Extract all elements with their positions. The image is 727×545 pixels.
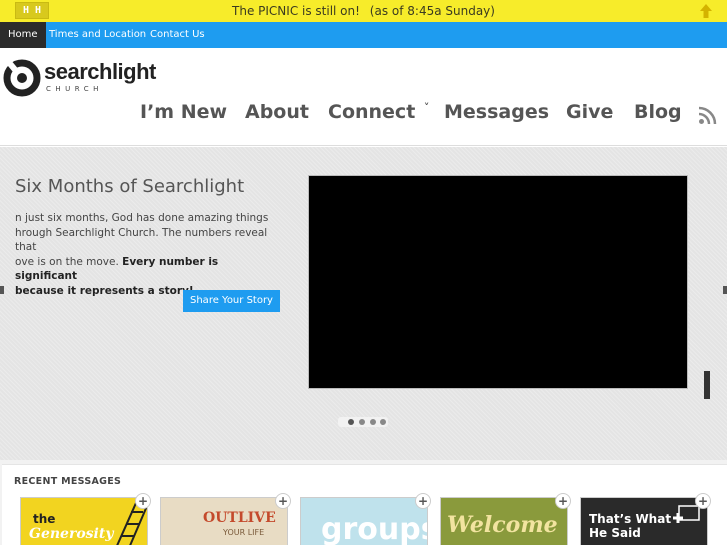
- video-scrollbar[interactable]: [704, 371, 710, 399]
- message-thumb-outlive[interactable]: OUTLIVE YOUR LIFE: [160, 497, 288, 545]
- nav-connect[interactable]: Connect ˅: [328, 101, 429, 127]
- nav-give[interactable]: Give: [566, 101, 613, 127]
- notification-bar: H H The PICNIC is still on! (as of 8:45a…: [0, 0, 727, 22]
- slider-dots: [338, 417, 388, 427]
- topnav-times-location[interactable]: Times and Location: [41, 22, 154, 48]
- nav-im-new[interactable]: I’m New: [140, 101, 227, 127]
- hero-body-line: hrough Searchlight Church. The numbers r…: [15, 226, 268, 254]
- brand-subtitle: CHURCH: [46, 85, 103, 93]
- rss-icon[interactable]: [698, 105, 718, 125]
- nav-messages[interactable]: Messages: [444, 101, 549, 127]
- arrow-up-icon[interactable]: [699, 3, 713, 19]
- nav-connect-label: Connect: [328, 101, 416, 123]
- nav-blog[interactable]: Blog: [634, 101, 682, 127]
- slider-dot[interactable]: [348, 419, 354, 425]
- slider-dot[interactable]: [380, 419, 386, 425]
- topnav-home[interactable]: Home: [0, 22, 46, 48]
- brand-name: searchlight: [44, 59, 156, 84]
- add-icon[interactable]: +: [415, 493, 431, 509]
- recent-messages-heading: RECENT MESSAGES: [14, 476, 122, 487]
- nav-about[interactable]: About: [245, 101, 309, 127]
- video-player[interactable]: [308, 175, 688, 389]
- hero-body: n just six months, God has done amazing …: [15, 211, 275, 298]
- hero-body-bold: because it represents a story!: [15, 284, 194, 297]
- notification-text: The PICNIC is still on!: [232, 4, 360, 18]
- slider-prev-arrow-icon[interactable]: [0, 286, 4, 294]
- add-icon[interactable]: +: [275, 493, 291, 509]
- slider-next-arrow-icon[interactable]: [723, 286, 727, 294]
- message-thumb-thats-what-he-said[interactable]: That’s What He Said: [580, 497, 708, 545]
- slider-dot[interactable]: [370, 419, 376, 425]
- hero-section: Six Months of Searchlight n just six mon…: [0, 147, 727, 460]
- add-icon[interactable]: +: [695, 493, 711, 509]
- hero-body-line: n just six months, God has done amazing …: [15, 212, 269, 224]
- brand-logo[interactable]: searchlight CHURCH: [2, 58, 162, 98]
- top-nav: Home Times and Location Contact Us: [0, 22, 727, 48]
- recent-messages-section: RECENT MESSAGES the Generosity + OUTLIVE…: [0, 460, 727, 545]
- message-thumb-groups[interactable]: groups: [300, 497, 428, 545]
- add-icon[interactable]: +: [555, 493, 571, 509]
- topnav-contact-us[interactable]: Contact Us: [142, 22, 213, 48]
- hero-title: Six Months of Searchlight: [15, 176, 245, 197]
- notification-time: (as of 8:45a Sunday): [369, 4, 495, 18]
- notification-message: The PICNIC is still on! (as of 8:45a Sun…: [0, 4, 727, 18]
- slider-dot[interactable]: [359, 419, 365, 425]
- searchlight-logo-icon: [3, 59, 41, 97]
- add-icon[interactable]: +: [135, 493, 151, 509]
- message-thumb-generosity[interactable]: the Generosity: [20, 497, 148, 545]
- share-story-button[interactable]: Share Your Story: [183, 290, 280, 312]
- chevron-down-icon: ˅: [423, 101, 430, 114]
- hero-body-line: ove is on the move. Every number is sign…: [15, 255, 219, 283]
- message-thumb-welcome[interactable]: Welcome: [440, 497, 568, 545]
- site-header: searchlight CHURCH I’m New About Connect…: [0, 48, 727, 146]
- speech-bubble-icon: [673, 505, 700, 523]
